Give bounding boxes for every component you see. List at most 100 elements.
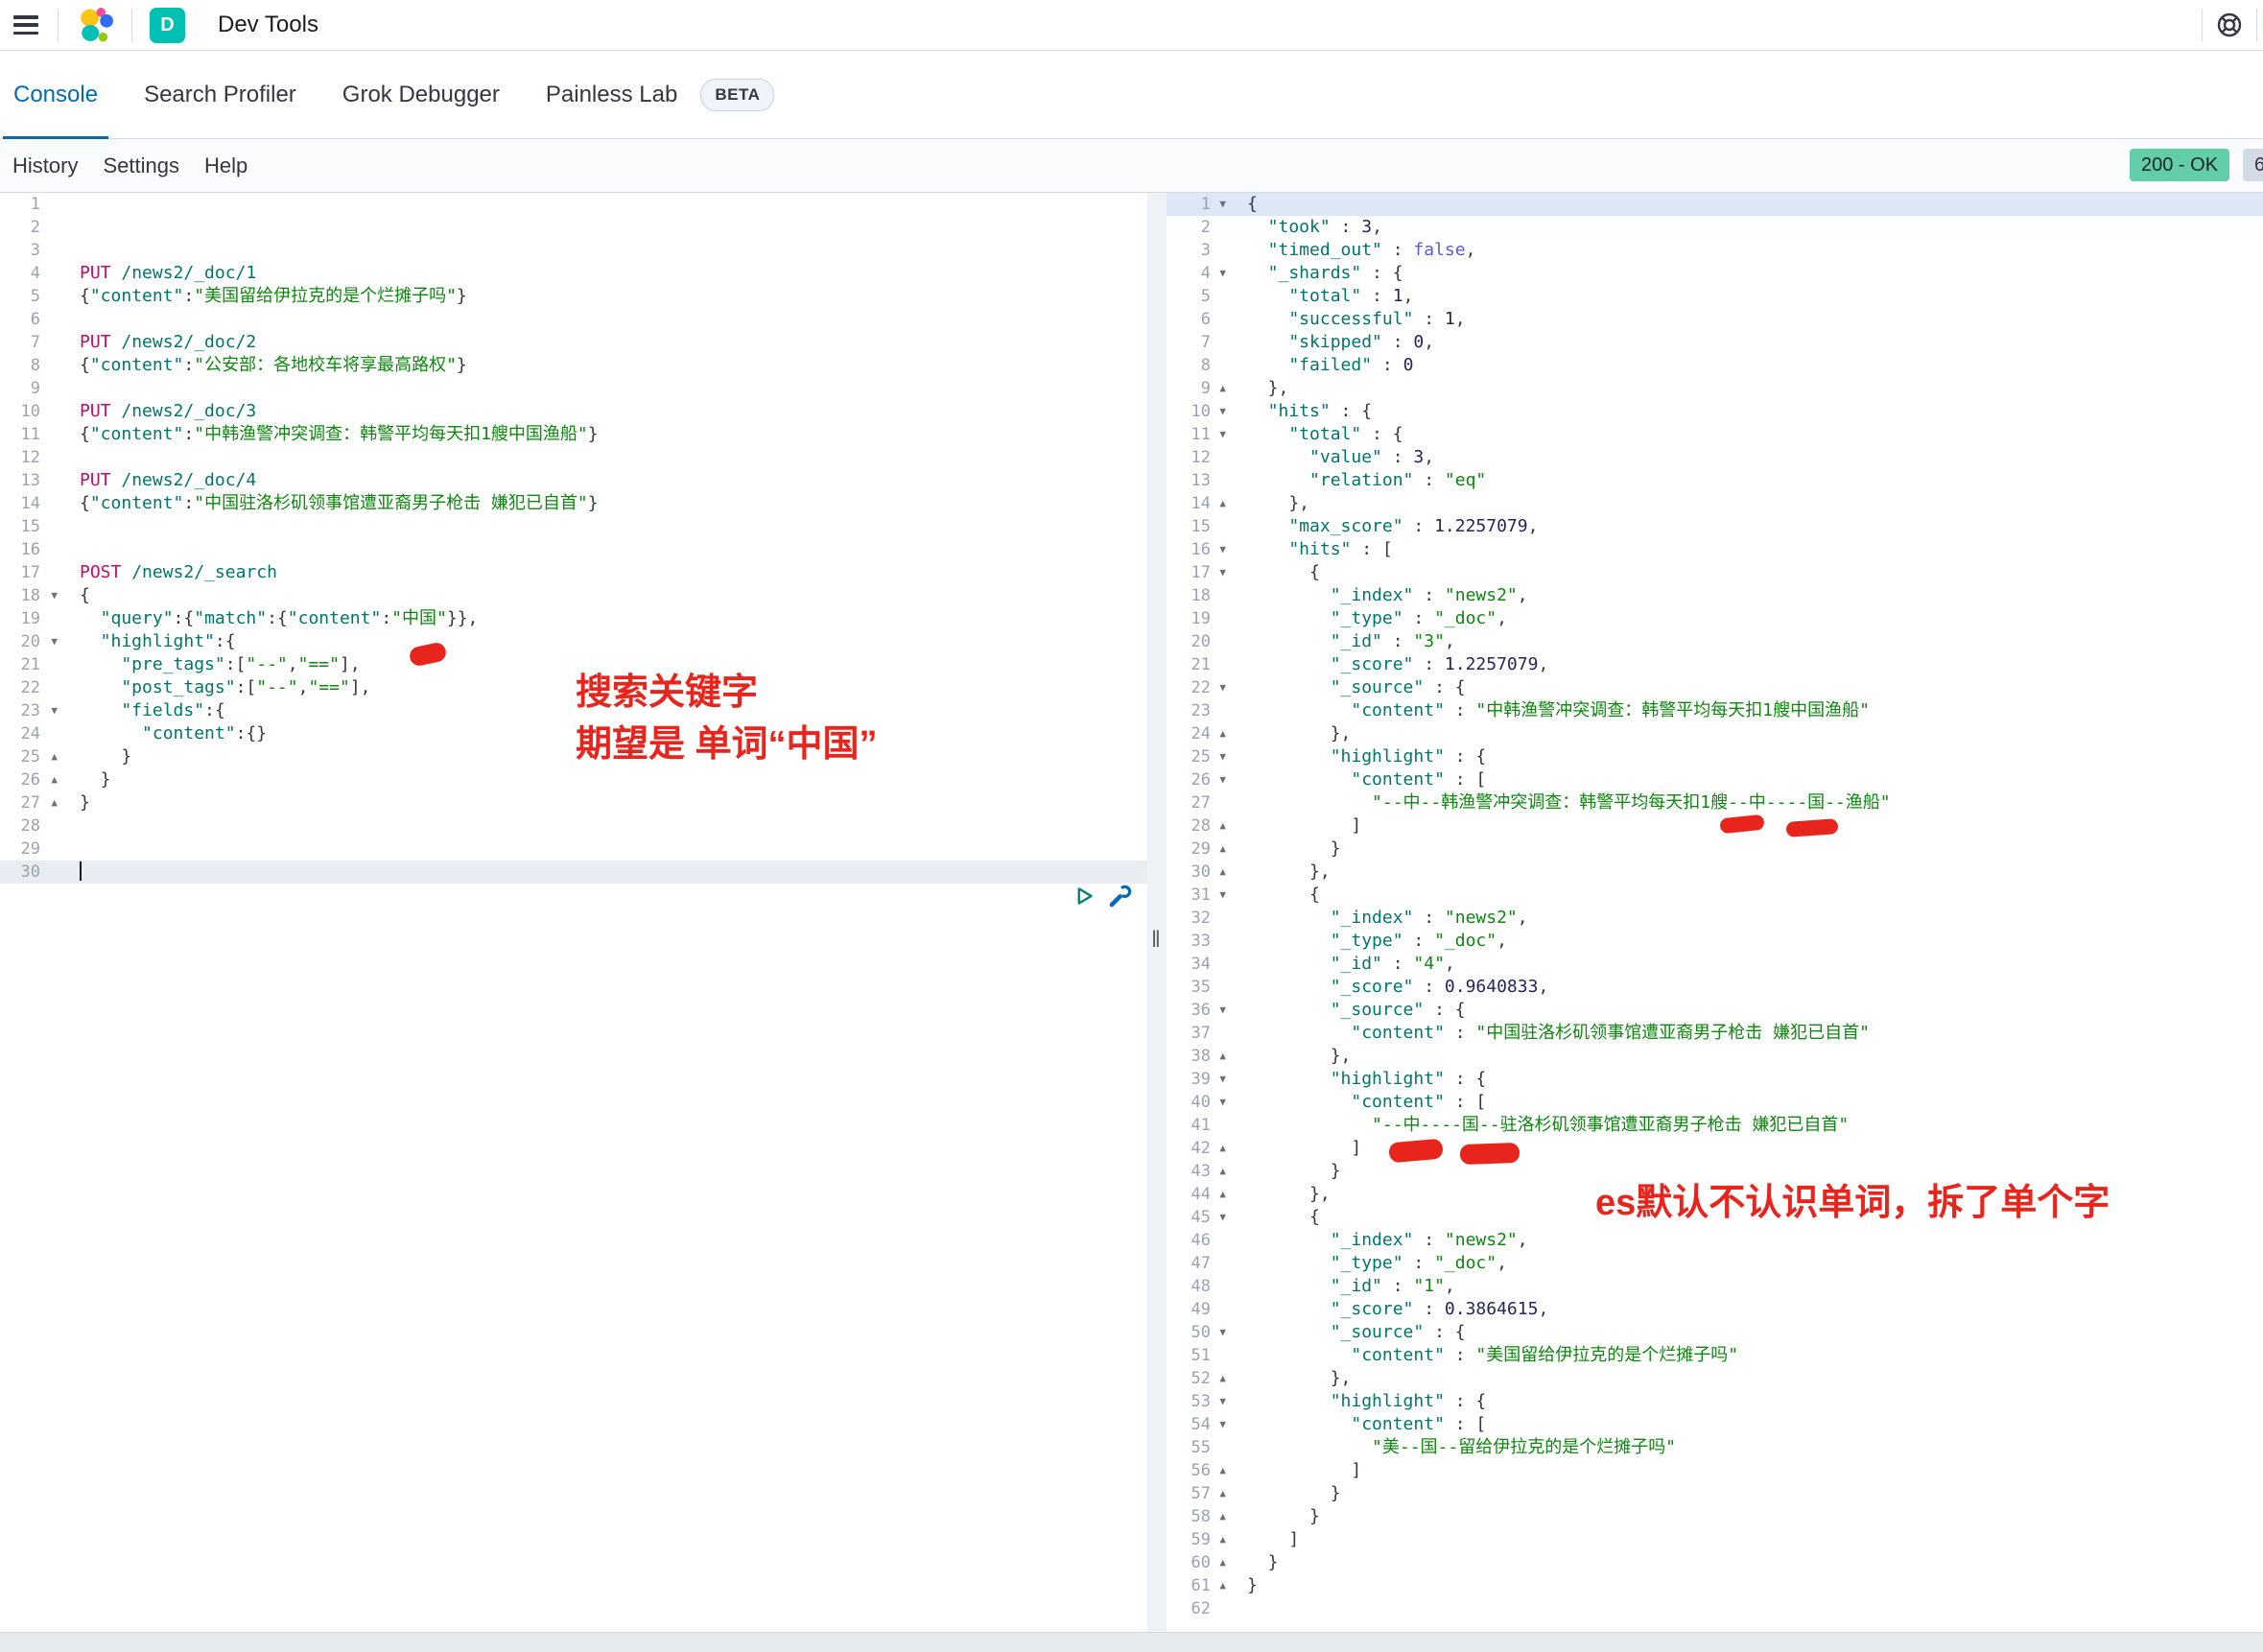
fold-close-icon[interactable]: ▲ [51,791,58,814]
code-line[interactable]: 36▼ "_source" : { [1167,999,2263,1022]
fold-close-icon[interactable]: ▲ [1219,1482,1226,1505]
fold-open-icon[interactable]: ▼ [1219,262,1226,285]
tab-search-profiler[interactable]: Search Profiler [133,51,307,138]
history-menu[interactable]: History [12,153,78,178]
fold-close-icon[interactable]: ▲ [51,745,58,768]
code-line[interactable]: 13 "relation" : "eq" [1167,469,2263,492]
code-line[interactable]: 18 "_index" : "news2", [1167,584,2263,607]
code-line[interactable]: 29 [0,838,1147,861]
code-line[interactable]: 11{"content":"中韩渔警冲突调查：韩警平均每天扣1艘中国渔船"} [0,423,1147,446]
panel-resizer[interactable] [1147,193,1167,1633]
code-line[interactable]: 23 "content" : "中韩渔警冲突调查：韩警平均每天扣1艘中国渔船" [1167,699,2263,722]
fold-close-icon[interactable]: ▲ [51,768,58,791]
code-line[interactable]: 7 "skipped" : 0, [1167,331,2263,354]
code-line[interactable]: 33 "_type" : "_doc", [1167,930,2263,953]
fold-open-icon[interactable]: ▼ [1219,884,1226,907]
code-line[interactable]: 9 [0,377,1147,400]
code-line[interactable]: 6 [0,308,1147,331]
code-line[interactable]: 56▲ ] [1167,1459,2263,1482]
fold-close-icon[interactable]: ▲ [1219,1459,1226,1482]
horizontal-scrollbar[interactable] [0,1632,2263,1652]
code-line[interactable]: 41 "--中----国--驻洛杉矶领事馆遭亚裔男子枪击 嫌犯已自首" [1167,1114,2263,1137]
code-line[interactable]: 32 "_index" : "news2", [1167,907,2263,930]
code-line[interactable]: 14▲ }, [1167,492,2263,515]
code-line[interactable]: 22 "post_tags":["--","=="], [0,676,1147,699]
code-line[interactable]: 61▲} [1167,1574,2263,1597]
code-line[interactable]: 1▼{ [1167,193,2263,216]
code-line[interactable]: 10▼ "hits" : { [1167,400,2263,423]
code-line[interactable]: 4PUT /news2/_doc/1 [0,262,1147,285]
code-line[interactable]: 17POST /news2/_search [0,561,1147,584]
code-line[interactable]: 24 "content":{} [0,722,1147,745]
code-line[interactable]: 21 "pre_tags":["--","=="], [0,653,1147,676]
code-line[interactable]: 58▲ } [1167,1505,2263,1528]
space-badge[interactable]: D [150,8,185,43]
code-line[interactable]: 8 "failed" : 0 [1167,354,2263,377]
hamburger-menu-icon[interactable] [13,15,38,35]
code-line[interactable]: 27 "--中--韩渔警冲突调查：韩警平均每天扣1艘--中----国--渔船" [1167,791,2263,814]
code-line[interactable]: 38▲ }, [1167,1045,2263,1068]
elastic-logo[interactable] [78,7,114,43]
fold-close-icon[interactable]: ▲ [1219,1137,1226,1160]
code-line[interactable]: 25▲ } [0,745,1147,768]
fold-open-icon[interactable]: ▼ [1219,423,1226,446]
code-line[interactable]: 15 "max_score" : 1.2257079, [1167,515,2263,538]
fold-close-icon[interactable]: ▲ [1219,861,1226,884]
code-line[interactable]: 42▲ ] [1167,1137,2263,1160]
fold-open-icon[interactable]: ▼ [1219,999,1226,1022]
code-line[interactable]: 24▲ }, [1167,722,2263,745]
code-line[interactable]: 28▲ ] [1167,814,2263,838]
code-line[interactable]: 23▼ "fields":{ [0,699,1147,722]
code-line[interactable]: 10PUT /news2/_doc/3 [0,400,1147,423]
code-line[interactable]: 8{"content":"公安部：各地校车将享最高路权"} [0,354,1147,377]
code-line[interactable]: 59▲ ] [1167,1528,2263,1551]
code-line[interactable]: 31▼ { [1167,884,2263,907]
fold-open-icon[interactable]: ▼ [1219,1321,1226,1344]
code-line[interactable]: 21 "_score" : 1.2257079, [1167,653,2263,676]
code-line[interactable]: 40▼ "content" : [ [1167,1091,2263,1114]
code-line[interactable]: 3 "timed_out" : false, [1167,239,2263,262]
fold-close-icon[interactable]: ▲ [1219,722,1226,745]
fold-close-icon[interactable]: ▲ [1219,1528,1226,1551]
code-line[interactable]: 49 "_score" : 0.3864615, [1167,1298,2263,1321]
fold-open-icon[interactable]: ▼ [1219,1068,1226,1091]
code-line[interactable]: 6 "successful" : 1, [1167,308,2263,331]
code-line[interactable]: 57▲ } [1167,1482,2263,1505]
code-line[interactable]: 16▼ "hits" : [ [1167,538,2263,561]
fold-open-icon[interactable]: ▼ [1219,561,1226,584]
code-line[interactable]: 51 "content" : "美国留给伊拉克的是个烂摊子吗" [1167,1344,2263,1367]
settings-menu[interactable]: Settings [103,153,179,178]
code-line[interactable]: 13PUT /news2/_doc/4 [0,469,1147,492]
send-request-play-icon[interactable] [1071,883,1097,909]
code-line[interactable]: 20 "_id" : "3", [1167,630,2263,653]
code-line[interactable]: 1 [0,193,1147,216]
fold-close-icon[interactable]: ▲ [1219,1160,1226,1183]
fold-open-icon[interactable]: ▼ [1219,768,1226,791]
code-line[interactable]: 4▼ "_shards" : { [1167,262,2263,285]
response-viewer[interactable]: 1▼{2 "took" : 3,3 "timed_out" : false,4▼… [1167,193,2263,1633]
code-line[interactable]: 28 [0,814,1147,838]
fold-close-icon[interactable]: ▲ [1219,838,1226,861]
code-line[interactable]: 46 "_index" : "news2", [1167,1229,2263,1252]
code-line[interactable]: 2 [0,216,1147,239]
code-line[interactable]: 20▼ "highlight":{ [0,630,1147,653]
code-line[interactable]: 60▲ } [1167,1551,2263,1574]
tab-grok-debugger[interactable]: Grok Debugger [332,51,510,138]
code-line[interactable]: 29▲ } [1167,838,2263,861]
fold-close-icon[interactable]: ▲ [1219,1045,1226,1068]
code-line[interactable]: 18▼{ [0,584,1147,607]
code-line[interactable]: 14{"content":"中国驻洛杉矶领事馆遭亚裔男子枪击 嫌犯已自首"} [0,492,1147,515]
code-line[interactable]: 7PUT /news2/_doc/2 [0,331,1147,354]
code-line[interactable]: 19 "_type" : "_doc", [1167,607,2263,630]
wrench-icon[interactable] [1105,883,1134,911]
resizer-handle-icon[interactable]: ‖ [1151,927,1161,954]
code-line[interactable]: 12 [0,446,1147,469]
fold-open-icon[interactable]: ▼ [1219,676,1226,699]
fold-open-icon[interactable]: ▼ [1219,1091,1226,1114]
code-line[interactable]: 16 [0,538,1147,561]
code-line[interactable]: 26▲ } [0,768,1147,791]
help-icon[interactable] [2215,11,2244,39]
fold-close-icon[interactable]: ▲ [1219,1505,1226,1528]
code-line[interactable]: 35 "_score" : 0.9640833, [1167,976,2263,999]
code-line[interactable]: 48 "_id" : "1", [1167,1275,2263,1298]
